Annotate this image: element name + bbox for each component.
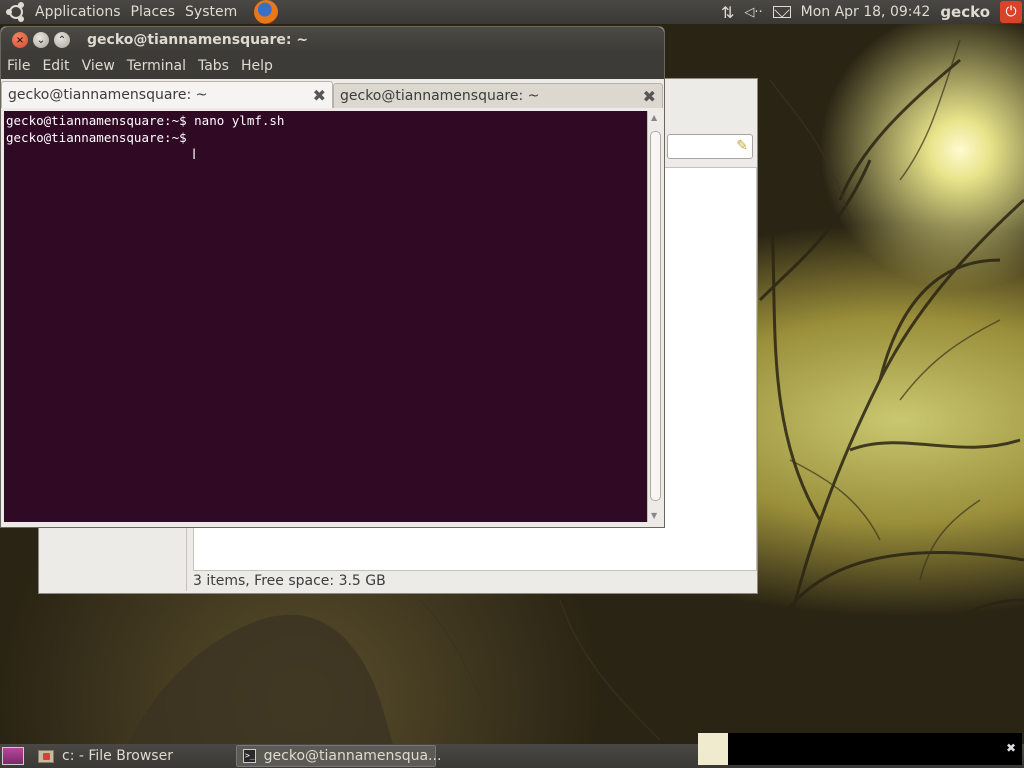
terminal-line: gecko@tiannamensquare:~$ nano ylmf.sh: [6, 113, 285, 128]
menu-system[interactable]: System: [180, 0, 242, 24]
menu-edit[interactable]: Edit: [36, 58, 75, 74]
status-bar: 3 items, Free space: 3.5 GB: [193, 573, 386, 589]
taskbar-terminal[interactable]: >_ gecko@tiannamensqua...: [236, 745, 441, 767]
tab-1[interactable]: gecko@tiannamensquare: ~ ✖: [1, 81, 333, 108]
text-cursor-icon: I: [192, 147, 197, 163]
volume-icon[interactable]: ◁··: [744, 5, 762, 20]
menu-tabs[interactable]: Tabs: [192, 58, 235, 74]
tab-label: gecko@tiannamensquare: ~: [8, 87, 208, 103]
terminal-line: gecko@tiannamensquare:~$: [6, 130, 195, 145]
menu-bar: File Edit View Terminal Tabs Help: [1, 53, 664, 79]
firefox-icon[interactable]: [254, 0, 279, 24]
taskbar-file-browser[interactable]: c: - File Browser: [32, 745, 228, 767]
scroll-down-icon[interactable]: ▼: [651, 511, 657, 520]
menu-terminal[interactable]: Terminal: [121, 58, 192, 74]
clear-icon[interactable]: ✎: [736, 138, 748, 154]
top-panel: Applications Places System ⇅ ◁·· Mon Apr…: [0, 0, 1024, 24]
search-field[interactable]: ✎: [667, 134, 753, 159]
show-desktop-icon[interactable]: [2, 747, 24, 765]
tab-bar: gecko@tiannamensquare: ~ ✖ gecko@tiannam…: [1, 79, 664, 109]
scrollbar[interactable]: ▲ ▼: [647, 111, 663, 522]
terminal-icon: >_: [243, 749, 256, 763]
user-menu[interactable]: gecko: [940, 3, 990, 21]
close-icon[interactable]: ✖: [643, 87, 656, 106]
file-browser-icon: [38, 749, 54, 763]
menu-file[interactable]: File: [1, 58, 36, 74]
scroll-up-icon[interactable]: ▲: [651, 113, 657, 122]
clock[interactable]: Mon Apr 18, 09:42: [801, 4, 931, 20]
tab-2[interactable]: gecko@tiannamensquare: ~ ✖: [333, 83, 663, 108]
taskbar-label: c: - File Browser: [62, 748, 173, 764]
terminal-window: × ⌄ ⌃ gecko@tiannamensquare: ~ File Edit…: [0, 26, 665, 528]
window-titlebar[interactable]: × ⌄ ⌃ gecko@tiannamensquare: ~: [1, 27, 664, 53]
menu-places[interactable]: Places: [126, 0, 181, 24]
close-icon[interactable]: ✖: [1006, 741, 1016, 755]
tab-label: gecko@tiannamensquare: ~: [340, 88, 540, 104]
ubuntu-logo-icon[interactable]: [6, 2, 26, 22]
power-icon[interactable]: ⏻: [1000, 1, 1022, 23]
network-icon[interactable]: ⇅: [721, 3, 734, 22]
notification-area[interactable]: ✖: [698, 733, 1022, 765]
menu-view[interactable]: View: [76, 58, 121, 74]
scrollbar-thumb[interactable]: [650, 131, 661, 501]
menu-help[interactable]: Help: [235, 58, 279, 74]
terminal-output[interactable]: gecko@tiannamensquare:~$ nano ylmf.sh gec…: [4, 111, 647, 522]
minimize-icon[interactable]: ⌄: [33, 32, 49, 48]
mail-icon[interactable]: [772, 6, 791, 18]
close-icon[interactable]: ×: [12, 32, 28, 48]
menu-applications[interactable]: Applications: [30, 0, 126, 24]
panel-indicators: ⇅ ◁·· Mon Apr 18, 09:42 gecko ⏻: [711, 0, 1024, 24]
maximize-icon[interactable]: ⌃: [54, 32, 70, 48]
taskbar-label: gecko@tiannamensqua...: [263, 748, 442, 764]
close-icon[interactable]: ✖: [313, 86, 326, 105]
window-title: gecko@tiannamensquare: ~: [87, 32, 309, 48]
